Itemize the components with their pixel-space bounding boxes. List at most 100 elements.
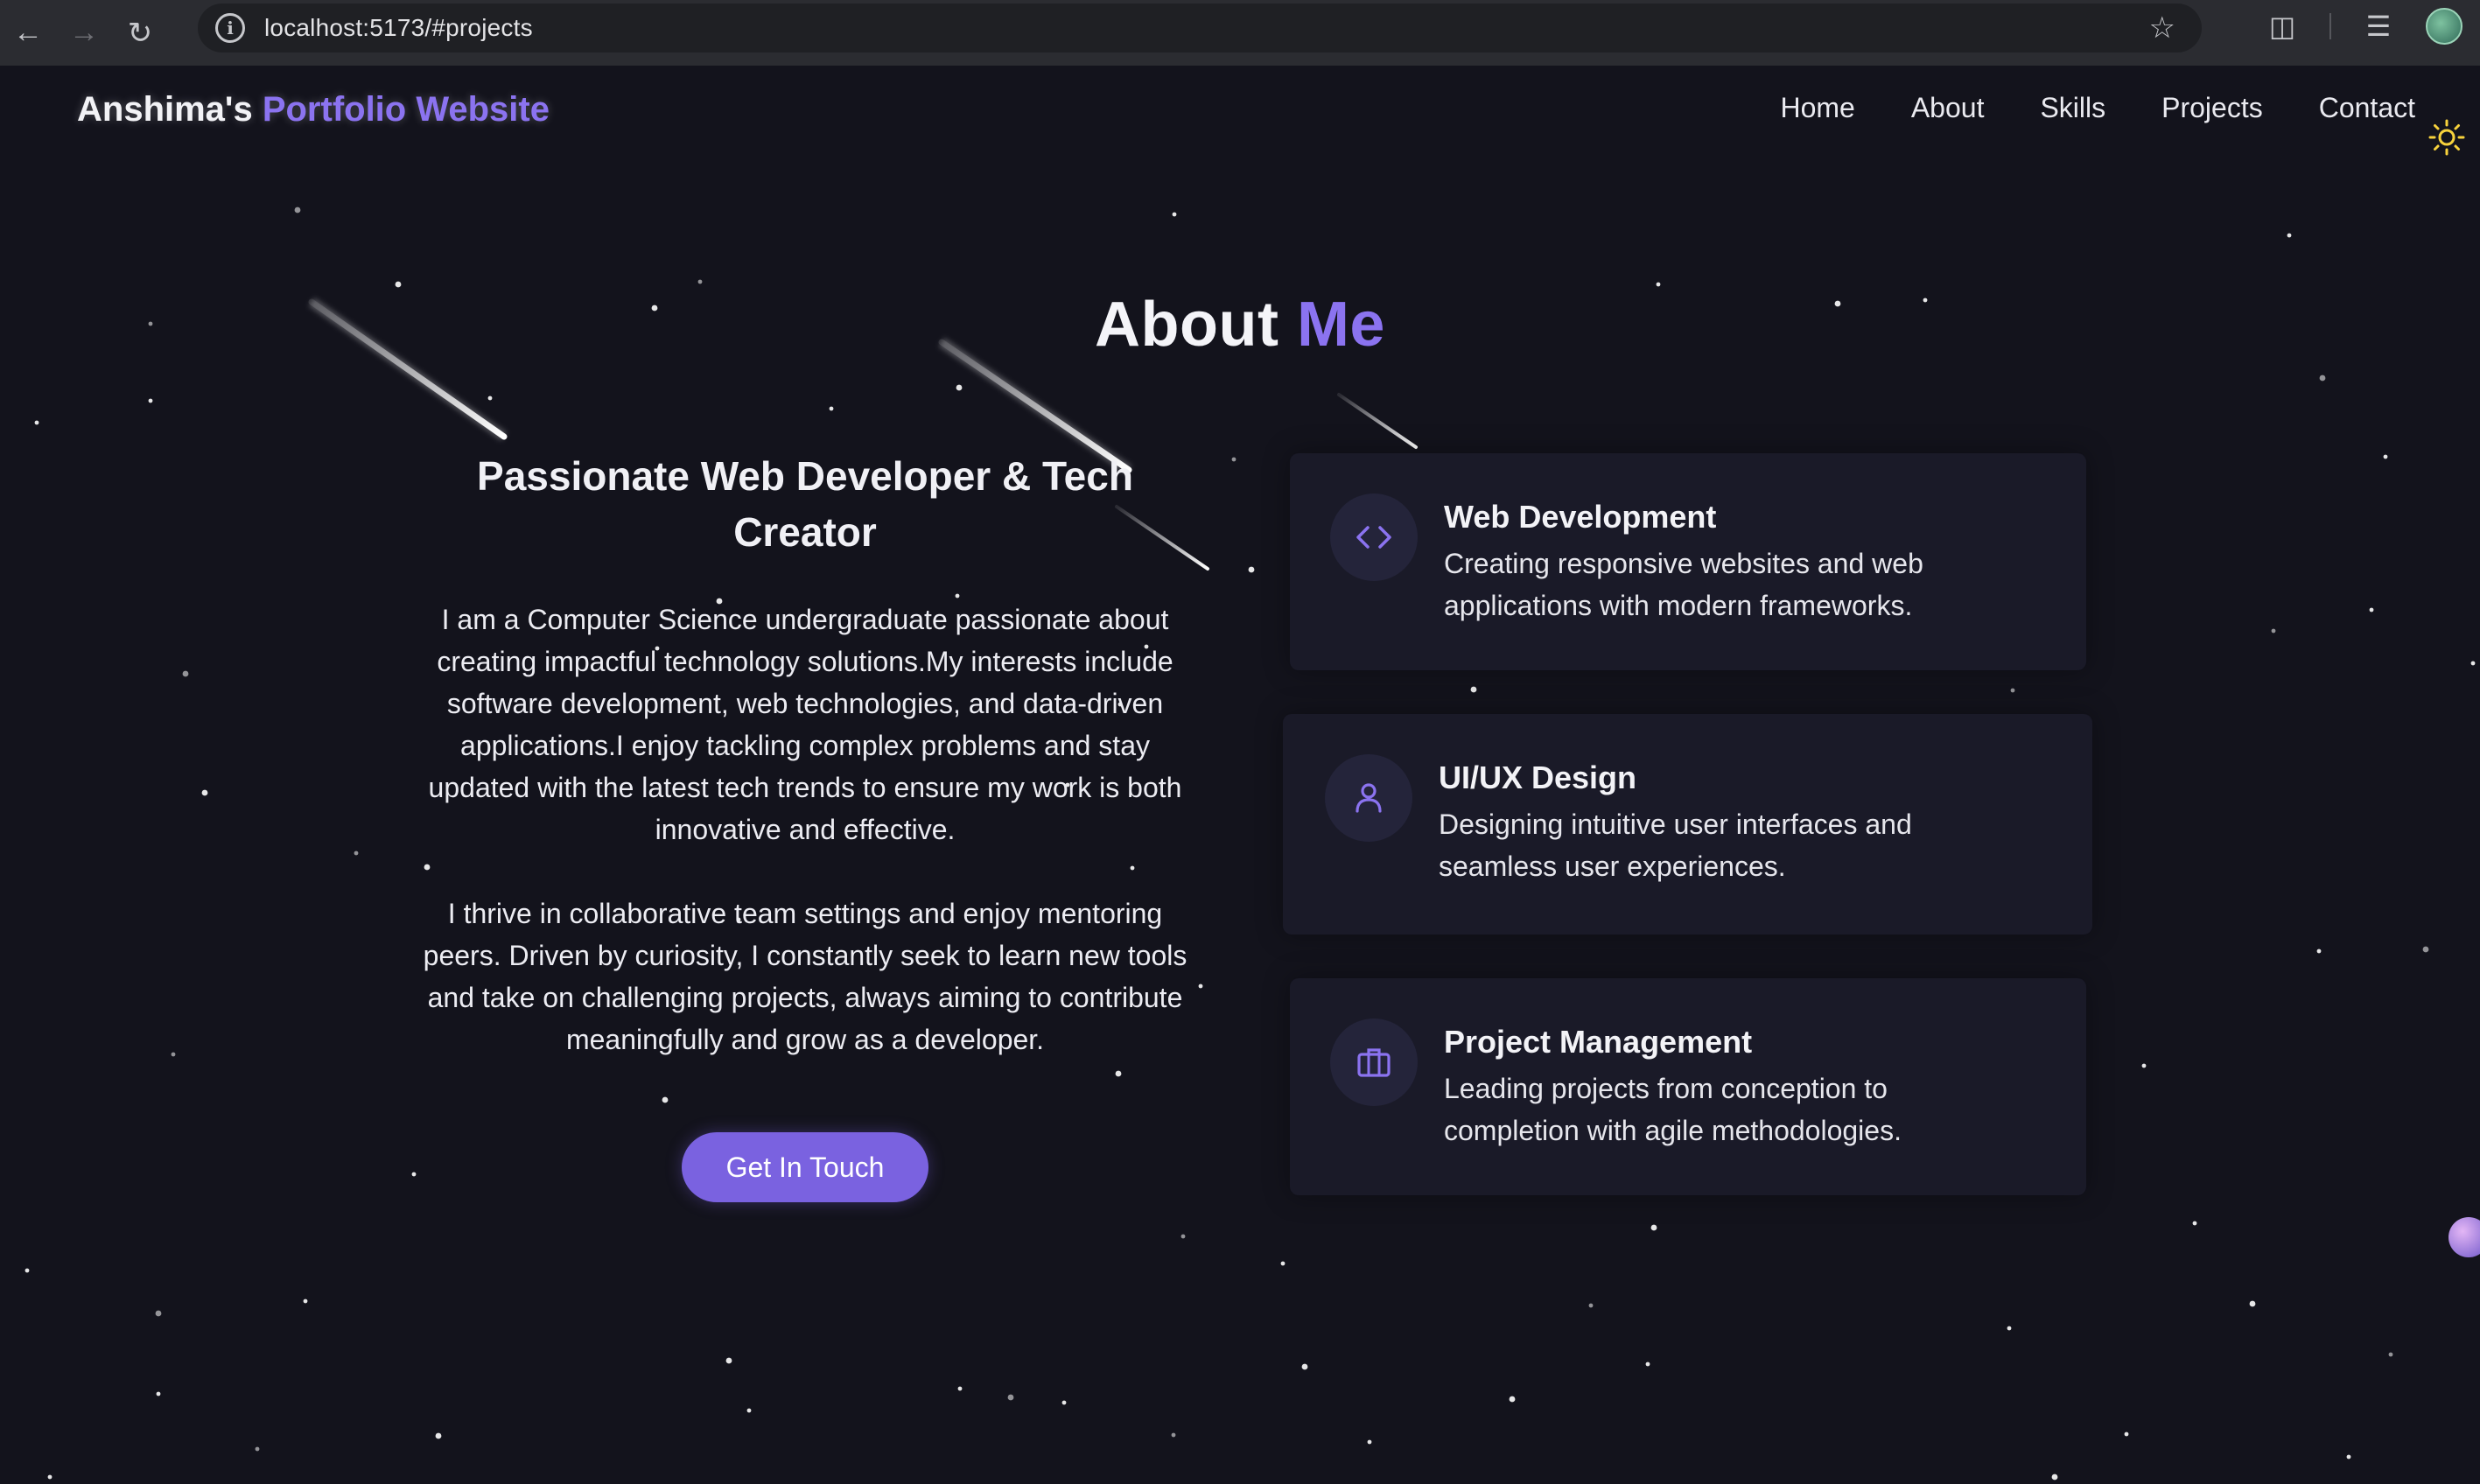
- card-description: Designing intuitive user interfaces and …: [1439, 808, 1912, 882]
- star: [1231, 457, 1236, 462]
- star: [2422, 946, 2429, 953]
- brand-accent: Portfolio Website: [262, 90, 550, 129]
- address-bar[interactable]: i localhost:5173/#projects ☆: [198, 4, 2202, 52]
- browser-actions: ◫ ☰: [2265, 0, 2462, 52]
- star: [2124, 1432, 2129, 1437]
- back-button[interactable]: ←: [0, 7, 56, 60]
- star: [2051, 1474, 2058, 1480]
- star: [411, 1172, 417, 1177]
- star: [303, 1298, 308, 1304]
- bookmark-star-icon[interactable]: ☆: [2149, 10, 2175, 46]
- forward-button[interactable]: →: [56, 7, 112, 60]
- url-text[interactable]: localhost:5173/#projects: [264, 14, 533, 42]
- browser-toolbar: ← → ↻ i localhost:5173/#projects ☆ ◫ ☰: [0, 0, 2480, 66]
- site-info-icon[interactable]: i: [215, 13, 245, 43]
- section-title-accent: Me: [1296, 290, 1385, 360]
- star: [1650, 1224, 1657, 1231]
- star: [1509, 1396, 1516, 1403]
- star: [435, 1432, 442, 1439]
- nav-link-projects[interactable]: Projects: [2161, 92, 2263, 124]
- user-icon: [1325, 754, 1412, 842]
- arrow-right-icon: →: [69, 16, 99, 49]
- star: [1180, 1234, 1186, 1239]
- star: [829, 406, 834, 411]
- briefcase-icon: [1330, 1018, 1418, 1106]
- star: [1115, 1070, 1122, 1077]
- sun-icon[interactable]: [2427, 118, 2466, 157]
- nav-link-about[interactable]: About: [1911, 92, 1985, 124]
- star: [354, 850, 359, 856]
- skill-card-project-management: Project Management Leading projects from…: [1290, 978, 2086, 1195]
- get-in-touch-button[interactable]: Get In Touch: [682, 1132, 928, 1202]
- star: [2249, 1300, 2256, 1307]
- star: [2287, 233, 2292, 238]
- section-title: About Me: [0, 289, 2480, 360]
- star: [1645, 1362, 1650, 1367]
- star: [2369, 607, 2374, 612]
- star: [2319, 374, 2326, 382]
- star: [2388, 1352, 2393, 1357]
- page-viewport: Anshima's Portfolio Website Home About S…: [0, 66, 2480, 1484]
- card-title: UI/UX Design: [1439, 760, 1637, 795]
- star: [148, 398, 153, 403]
- star: [1367, 1439, 1372, 1445]
- star: [1301, 1363, 1308, 1370]
- star: [182, 670, 189, 677]
- media-controls-icon[interactable]: ☰: [2361, 10, 2396, 43]
- star: [1172, 212, 1177, 217]
- profile-avatar[interactable]: [2426, 8, 2462, 45]
- star: [1171, 1432, 1176, 1438]
- star: [1198, 984, 1203, 989]
- card-description: Creating responsive websites and web app…: [1444, 548, 1923, 621]
- star: [956, 384, 963, 391]
- star: [34, 420, 39, 425]
- skill-card-ui-ux-design: UI/UX Design Designing intuitive user in…: [1283, 714, 2092, 934]
- star: [25, 1268, 30, 1273]
- intro-paragraph-2: I thrive in collaborative team settings …: [423, 898, 1187, 1055]
- star: [746, 1408, 752, 1413]
- star: [294, 206, 301, 214]
- star: [395, 281, 402, 288]
- reload-button[interactable]: ↻: [112, 7, 168, 60]
- star: [2470, 661, 2476, 666]
- star: [47, 1474, 53, 1480]
- star: [662, 1096, 669, 1103]
- reload-icon: ↻: [127, 16, 153, 50]
- star: [2141, 1063, 2147, 1068]
- brand-logo-text[interactable]: Anshima's Portfolio Website: [77, 90, 550, 130]
- star: [201, 789, 208, 796]
- star: [2010, 688, 2015, 693]
- arrow-left-icon: ←: [13, 16, 43, 49]
- star: [2346, 1454, 2351, 1460]
- star: [487, 396, 493, 401]
- star: [1470, 686, 1477, 693]
- shooting-star: [1337, 393, 1418, 449]
- star: [1248, 566, 1255, 573]
- star: [1588, 1303, 1594, 1308]
- intro-paragraph-1: I am a Computer Science undergraduate pa…: [428, 604, 1182, 845]
- code-icon: [1330, 494, 1418, 581]
- section-title-main: About: [1095, 290, 1279, 360]
- star: [2007, 1326, 2012, 1331]
- star: [1280, 1261, 1286, 1266]
- nav-link-skills[interactable]: Skills: [2040, 92, 2105, 124]
- extensions-icon[interactable]: ◫: [2265, 10, 2300, 43]
- nav-links: Home About Skills Projects Contact: [1780, 92, 2415, 124]
- card-description: Leading projects from conception to comp…: [1444, 1073, 1902, 1146]
- star: [171, 1052, 176, 1057]
- star: [2316, 948, 2322, 954]
- toolbar-divider: [2329, 13, 2331, 39]
- site-navbar: Anshima's Portfolio Website Home About S…: [0, 66, 2480, 162]
- card-title: Web Development: [1444, 499, 1717, 535]
- nav-link-home[interactable]: Home: [1780, 92, 1854, 124]
- star: [957, 1386, 963, 1391]
- star: [2192, 1221, 2197, 1226]
- star: [1007, 1394, 1014, 1401]
- starfield-background: [25, 206, 2476, 1480]
- star: [2271, 628, 2276, 634]
- about-intro: Passionate Web Developer & Tech Creator …: [411, 448, 1199, 1060]
- nav-link-contact[interactable]: Contact: [2319, 92, 2415, 124]
- intro-heading: Passionate Web Developer & Tech Creator: [477, 453, 1133, 555]
- star: [697, 279, 703, 284]
- star: [725, 1357, 732, 1364]
